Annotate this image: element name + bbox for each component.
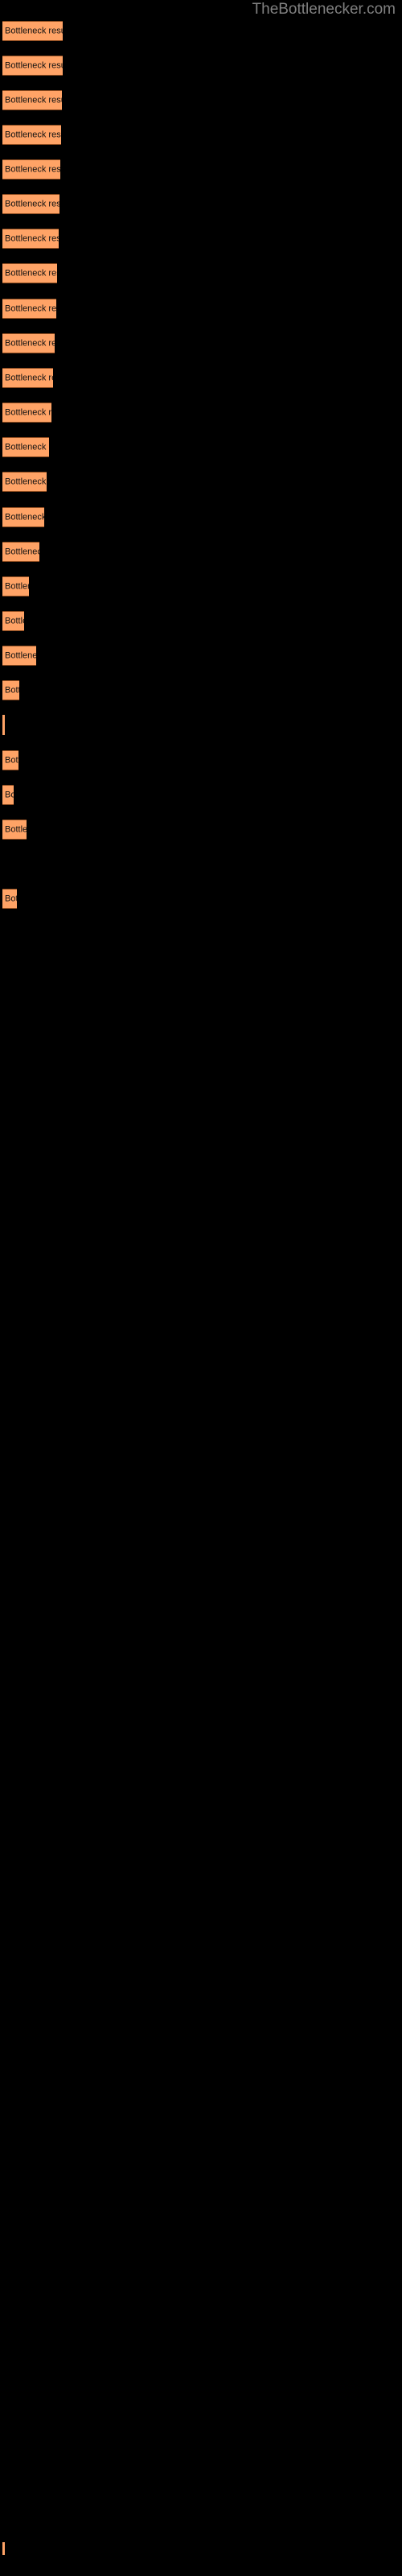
bar-3[interactable]: Bottleneck result [2,90,62,110]
bar-label: Bottleneck result [5,130,61,139]
bar-11[interactable]: Bottleneck result [2,368,53,388]
bar-label: Bottleneck result [5,338,55,348]
bar-20[interactable]: Bottleneck result [2,680,19,700]
bar-label: Bottleneck result [5,26,63,35]
bar-4[interactable]: Bottleneck result [2,125,61,145]
bar-label: Bottleneck result [5,790,14,799]
bar-label: Bottleneck result [5,95,62,105]
bar-22[interactable]: Bottleneck result [2,750,18,770]
bar-18[interactable]: Bottleneck result [2,611,24,631]
bar-label: Bottleneck result [5,60,63,70]
bar-chart: Bottleneck result Bottleneck result Bottle… [0,0,402,2576]
bar-label: Bottleneck result [5,407,51,417]
bar-label: Bottleneck result [5,477,47,486]
bar-25[interactable]: Bottleneck result [2,889,17,909]
bar-24[interactable]: Bottleneck result [2,819,27,840]
bar-label: Bottleneck result [5,894,17,903]
bar-label: Bottleneck result [5,303,56,313]
bar-15[interactable]: Bottleneck result [2,507,44,527]
bar-label: Bottleneck result [5,824,27,834]
bar-9[interactable]: Bottleneck result [2,299,56,319]
bar-label: Bottleneck result [5,164,60,174]
bar-21[interactable]: Bottleneck result [2,715,5,735]
bar-17[interactable]: Bottleneck result [2,576,29,597]
bar-26[interactable]: Bottleneck result [2,2542,5,2555]
bar-label: Bottleneck result [5,442,49,452]
bar-23[interactable]: Bottleneck result [2,785,14,805]
bar-label: Bottleneck result [5,650,36,660]
bar-label: Bottleneck result [5,512,44,522]
bar-label: Bottleneck result [5,581,29,591]
bar-8[interactable]: Bottleneck result [2,263,57,283]
bar-7[interactable]: Bottleneck result [2,229,59,249]
bar-1[interactable]: Bottleneck result [2,21,63,41]
bottleneck-chart-page: TheBottlenecker.com Bottleneck resultBot… [0,0,402,2576]
bar-2[interactable]: Bottleneck result [2,56,63,76]
bar-19[interactable]: Bottleneck result [2,646,36,666]
bar-16[interactable]: Bottleneck result [2,542,39,562]
bar-label: Bottleneck result [5,685,19,695]
bar-label: Bottleneck result [5,233,59,243]
bar-label: Bottleneck result [5,616,24,625]
bar-12[interactable]: Bottleneck result [2,402,51,423]
bar-label: Bottleneck result [5,373,53,382]
bar-label: Bottleneck result [5,199,59,208]
bar-10[interactable]: Bottleneck result [2,333,55,353]
bar-label: Bottleneck result [5,268,57,278]
bar-6[interactable]: Bottleneck result [2,194,59,214]
bar-label: Bottleneck result [5,755,18,765]
bar-13[interactable]: Bottleneck result [2,437,49,457]
bar-label: Bottleneck result [5,547,39,556]
bar-14[interactable]: Bottleneck result [2,472,47,492]
bar-5[interactable]: Bottleneck result [2,159,60,180]
